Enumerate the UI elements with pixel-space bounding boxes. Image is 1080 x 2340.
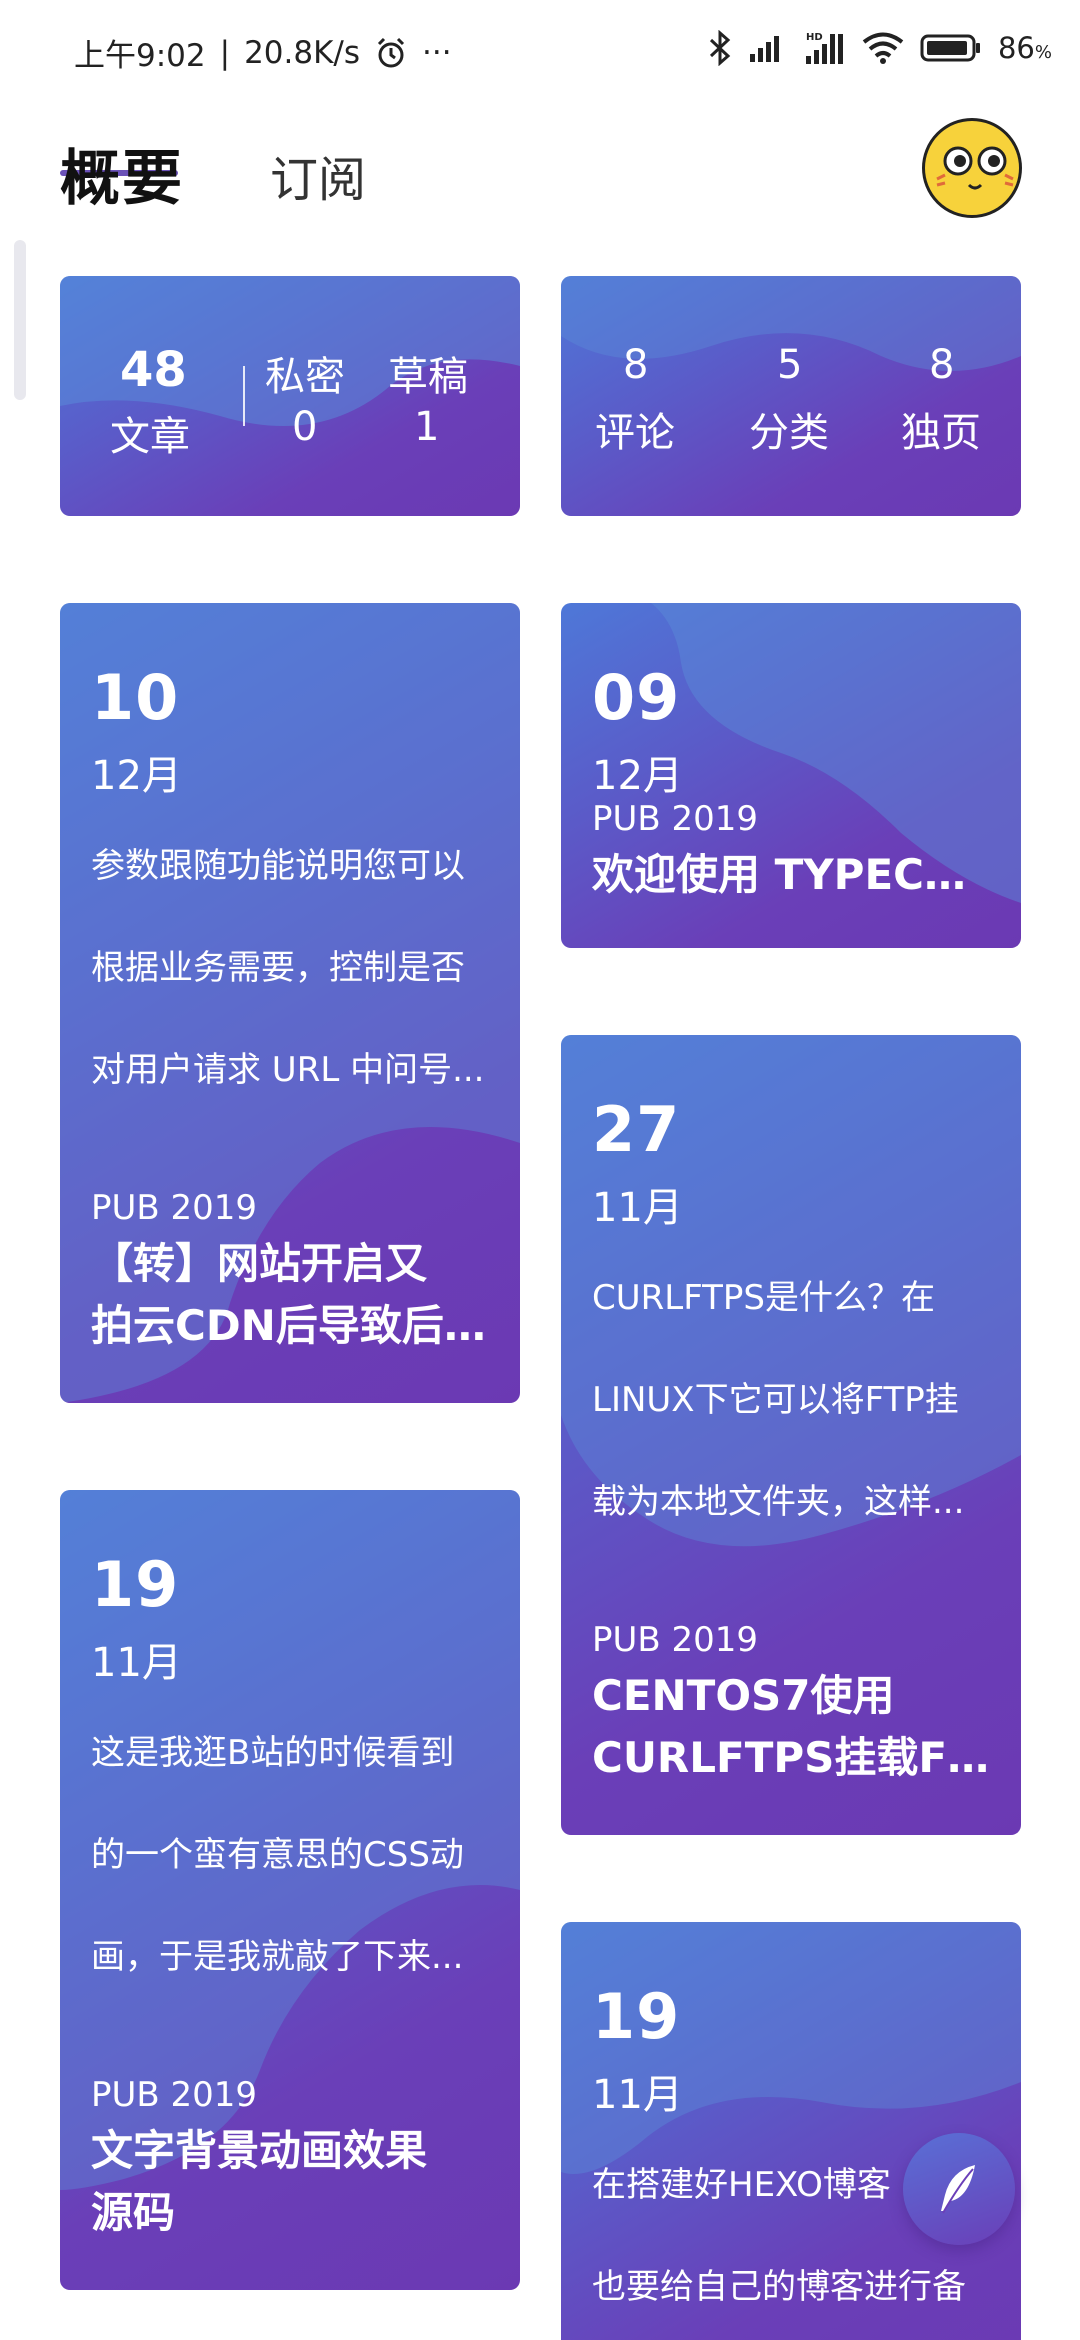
post-card[interactable]: 19 11月 在搭建好HEXO博客 也要给自己的博客进行备 — [561, 1922, 1021, 2340]
battery-level: 86% — [997, 31, 1052, 65]
post-pub-year: PUB 2019 — [91, 1188, 258, 1228]
avatar[interactable] — [922, 118, 1022, 218]
drafts-label: 草稿 — [388, 354, 468, 400]
post-card[interactable]: 27 11月 CURLFTPS是什么？在 LINUX下它可以将FTP挂 载为本地… — [561, 1035, 1021, 1835]
tab-subscriptions[interactable]: 订阅 — [270, 140, 366, 210]
top-header: 概要 订阅 — [0, 110, 1080, 230]
categories-count: 5 — [777, 342, 803, 388]
post-title: 【转】网站开启又 拍云CDN后导致后... — [91, 1239, 491, 1350]
post-day: 27 — [592, 1093, 681, 1166]
hd-signal-icon: HD — [804, 30, 846, 66]
pages-count: 8 — [929, 342, 955, 388]
compose-fab[interactable] — [903, 2133, 1015, 2245]
comments-count: 8 — [623, 342, 649, 388]
post-title: CENTOS7使用 CURLFTPS挂载FT... — [592, 1671, 992, 1782]
feather-icon — [941, 2165, 975, 2214]
comments-label: 评论 — [595, 410, 675, 456]
post-day: 09 — [592, 661, 681, 734]
status-time: 上午9:02 — [74, 38, 206, 74]
post-pub-year: PUB 2019 — [91, 2075, 258, 2115]
svg-text:HD: HD — [806, 32, 823, 43]
post-excerpt: 参数跟随功能说明您可以 根据业务需要，控制是否 对用户请求 URL 中问号... — [91, 846, 485, 1090]
avatar-face-icon — [936, 146, 1014, 190]
post-month: 12月 — [91, 753, 182, 799]
post-title: 文字背景动画效果 源码 — [91, 2126, 428, 2237]
scrollbar[interactable] — [14, 240, 26, 400]
post-month: 11月 — [91, 1640, 182, 1686]
articles-count: 48 — [120, 342, 187, 398]
status-bar: 上午9:02 | 20.8K/s ··· HD 86% — [74, 30, 1052, 74]
post-day: 19 — [592, 1980, 681, 2053]
categories-label: 分类 — [749, 410, 829, 456]
stat-divider — [243, 366, 245, 426]
post-month: 12月 — [592, 753, 683, 799]
stat-card-articles[interactable]: 48 文章 私密 0 草稿 1 — [60, 276, 520, 516]
wifi-icon — [862, 31, 904, 65]
stat-card-comments[interactable]: 8 评论 5 分类 8 独页 — [561, 276, 1021, 516]
post-day: 19 — [91, 1548, 180, 1621]
post-month: 11月 — [592, 1185, 683, 1231]
post-card[interactable]: 09 12月 PUB 2019 欢迎使用 TYPECHO — [561, 603, 1021, 948]
alarm-icon — [374, 36, 408, 70]
post-card[interactable]: 19 11月 这是我逛B站的时候看到 的一个蛮有意思的CSS动 画，于是我就敲了… — [60, 1490, 520, 2290]
tab-overview[interactable]: 概要 — [60, 130, 184, 217]
post-title: 欢迎使用 TYPECHO — [592, 850, 992, 899]
post-pub-year: PUB 2019 — [592, 799, 759, 839]
articles-label: 文章 — [110, 414, 190, 460]
signal-icon — [748, 32, 788, 64]
more-notifications-icon: ··· — [422, 34, 452, 71]
private-label: 私密 — [265, 354, 345, 400]
post-excerpt: 这是我逛B站的时候看到 的一个蛮有意思的CSS动 画，于是我就敲了下来... — [91, 1733, 464, 1977]
drafts-count: 1 — [414, 404, 440, 450]
pages-label: 独页 — [901, 410, 981, 456]
status-network-speed: 20.8K/s — [244, 34, 361, 71]
bluetooth-icon — [708, 30, 732, 66]
battery-icon — [920, 33, 982, 63]
private-count: 0 — [292, 404, 318, 450]
post-day: 10 — [91, 661, 180, 734]
post-card[interactable]: 10 12月 参数跟随功能说明您可以 根据业务需要，控制是否 对用户请求 URL… — [60, 603, 520, 1403]
post-excerpt: CURLFTPS是什么？在 LINUX下它可以将FTP挂 载为本地文件夹，这样.… — [592, 1278, 965, 1522]
post-pub-year: PUB 2019 — [592, 1620, 759, 1660]
post-month: 11月 — [592, 2072, 683, 2118]
